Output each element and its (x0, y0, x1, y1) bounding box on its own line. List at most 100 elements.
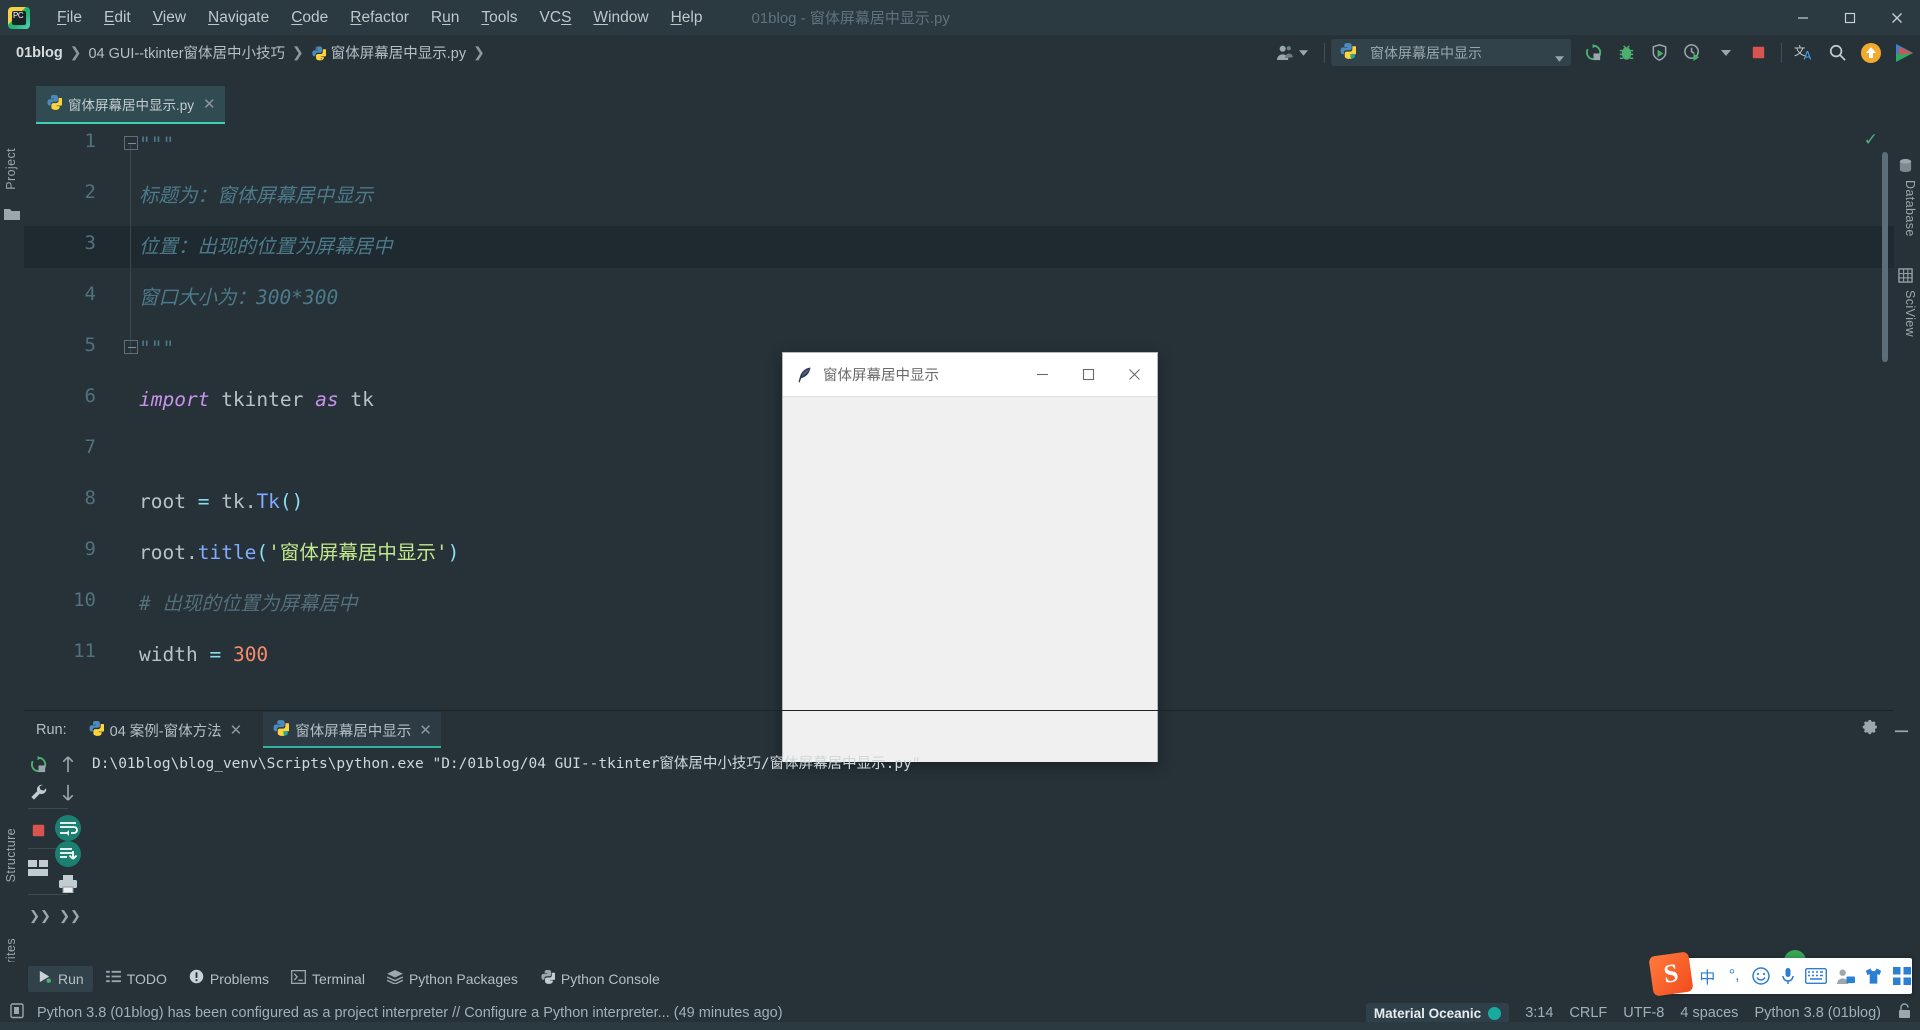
tool-window-problems[interactable]: Problems (180, 966, 278, 992)
code-line[interactable]: import tkinter as tk (139, 386, 374, 414)
taskbar-edge (0, 1022, 1920, 1030)
interpreter-setting[interactable]: Python 3.8 (01blog) (1754, 1005, 1881, 1021)
menu-navigate[interactable]: Navigate (197, 5, 280, 31)
rerun-icon[interactable] (1580, 39, 1607, 66)
account-button[interactable] (1266, 44, 1318, 61)
code-token: title (197, 541, 257, 564)
code-line[interactable]: root = tk.Tk() (139, 488, 303, 516)
indent-setting[interactable]: 4 spaces (1680, 1005, 1738, 1021)
menu-file[interactable]: File (46, 5, 93, 31)
theme-badge[interactable]: Material Oceanic (1365, 1002, 1510, 1024)
tool-window-terminal[interactable]: Terminal (282, 966, 374, 992)
line-number: 8 (84, 487, 96, 509)
editor-tab[interactable]: 窗体屏幕居中显示.py ✕ (36, 86, 225, 124)
soft-wrap-icon[interactable] (54, 814, 82, 842)
breadcrumb-item-0[interactable]: 01blog (16, 45, 63, 61)
breadcrumb-item-1[interactable]: 04 GUI--tkinter窗体居中小技巧 (88, 42, 285, 63)
scroll-to-end-icon[interactable] (54, 840, 82, 868)
menu-window[interactable]: Window (582, 5, 659, 31)
rerun-icon[interactable] (26, 752, 50, 776)
notification-icon[interactable] (10, 1002, 25, 1024)
file-encoding[interactable]: UTF-8 (1623, 1005, 1664, 1021)
code-line[interactable]: 标题为：窗体屏幕居中显示 (139, 182, 373, 210)
fold-marker-close[interactable] (124, 340, 138, 354)
sogou-ime-toolbar[interactable]: S 中 °, (1648, 951, 1912, 997)
ime-punctuation-icon[interactable]: °, (1725, 967, 1744, 985)
folder-icon[interactable] (4, 208, 20, 226)
menu-help[interactable]: Help (660, 5, 714, 31)
print-icon[interactable] (56, 872, 80, 896)
expand-right-icon[interactable]: ❯❯ (58, 904, 82, 928)
menu-view[interactable]: View (142, 5, 197, 31)
tool-window-python-packages[interactable]: Python Packages (378, 966, 527, 992)
translate-icon[interactable]: 文 A (1791, 39, 1818, 66)
code-line[interactable]: """ (139, 335, 174, 363)
menu-code[interactable]: Code (280, 5, 339, 31)
profile-icon[interactable] (1679, 39, 1706, 66)
tkinter-minimize-button[interactable] (1019, 353, 1065, 397)
tool-window-todo[interactable]: TODO (97, 966, 176, 992)
ime-skin-icon[interactable] (1863, 967, 1883, 985)
search-everywhere-icon[interactable] (1824, 39, 1851, 66)
run-tab-0[interactable]: 04 案例-窗体方法 ✕ (79, 712, 252, 748)
lock-icon[interactable] (1897, 1002, 1912, 1024)
minimize-icon[interactable] (1893, 719, 1910, 741)
code-line[interactable]: """ (139, 131, 174, 159)
close-button[interactable] (1873, 0, 1920, 35)
tkinter-close-button[interactable] (1111, 353, 1157, 397)
ime-microphone-icon[interactable] (1778, 967, 1797, 985)
close-icon[interactable]: ✕ (230, 721, 243, 739)
status-message[interactable]: Python 3.8 (01blog) has been configured … (37, 1005, 783, 1021)
tkinter-maximize-button[interactable] (1065, 353, 1111, 397)
code-line[interactable]: 位置：出现的位置为屏幕居中 (139, 233, 393, 261)
caret-position[interactable]: 3:14 (1525, 1005, 1553, 1021)
scroll-up-icon[interactable] (56, 752, 80, 776)
tool-window-run[interactable]: Run (28, 966, 93, 992)
code-line[interactable]: root.title('窗体屏幕居中显示') (139, 539, 459, 567)
code-line[interactable]: 窗口大小为：300*300 (139, 284, 338, 312)
menu-run[interactable]: Run (420, 5, 470, 31)
minimize-button[interactable] (1779, 0, 1826, 35)
update-icon[interactable] (1857, 39, 1884, 66)
stop-icon[interactable] (1745, 39, 1772, 66)
run-tab-1[interactable]: 窗体屏幕居中显示 ✕ (263, 712, 441, 748)
close-icon[interactable]: ✕ (419, 721, 432, 739)
scroll-down-icon[interactable] (56, 780, 80, 804)
fold-marker-open[interactable] (124, 136, 138, 150)
code-line[interactable]: # 出现的位置为屏幕居中 (139, 590, 357, 618)
run-console-output[interactable]: D:\01blog\blog_venv\Scripts\python.exe "… (92, 752, 1882, 942)
expand-left-icon[interactable]: ❯❯ (28, 904, 52, 928)
run-configuration-selector[interactable]: 窗体屏幕居中显示 (1331, 39, 1571, 66)
chevron-down-icon[interactable] (1712, 39, 1739, 66)
menu-vcs[interactable]: VCS (529, 5, 583, 31)
sidebar-item-structure[interactable]: Structure (4, 828, 18, 882)
ime-toolbox-icon[interactable] (1892, 967, 1912, 985)
menu-edit[interactable]: Edit (93, 5, 142, 31)
run-coverage-icon[interactable] (1646, 39, 1673, 66)
layout-icon[interactable] (26, 856, 50, 880)
ime-account-icon[interactable] (1835, 968, 1855, 985)
menu-tools[interactable]: Tools (470, 5, 528, 31)
ime-keyboard-icon[interactable] (1805, 968, 1828, 984)
gear-icon[interactable] (1862, 719, 1879, 741)
breadcrumb-item-2[interactable]: 窗体屏幕居中显示.py (331, 42, 466, 63)
play-colored-icon[interactable] (1890, 39, 1917, 66)
code-token: tk (338, 388, 374, 411)
menu-refactor[interactable]: Refactor (339, 5, 420, 31)
code-line[interactable]: width = 300 (139, 641, 268, 669)
close-icon[interactable]: ✕ (203, 97, 216, 112)
ime-mode-chinese[interactable]: 中 (1698, 964, 1717, 988)
line-separator[interactable]: CRLF (1569, 1005, 1607, 1021)
sidebar-item-project[interactable]: Project (4, 148, 18, 190)
stop-icon[interactable] (26, 818, 50, 842)
sogou-logo-icon[interactable]: S (1648, 951, 1694, 997)
ime-emoji-icon[interactable] (1752, 967, 1771, 985)
sidebar-item-sciview[interactable]: SciView (1903, 290, 1917, 337)
sidebar-item-database[interactable]: Database (1903, 180, 1917, 237)
debug-icon[interactable] (1613, 39, 1640, 66)
settings-wrench-icon[interactable] (26, 780, 50, 804)
maximize-button[interactable] (1826, 0, 1873, 35)
tkinter-window[interactable]: 窗体屏幕居中显示 (782, 352, 1158, 762)
tool-window-python-console[interactable]: Python Console (531, 966, 669, 992)
editor-scrollbar[interactable] (1882, 152, 1888, 362)
